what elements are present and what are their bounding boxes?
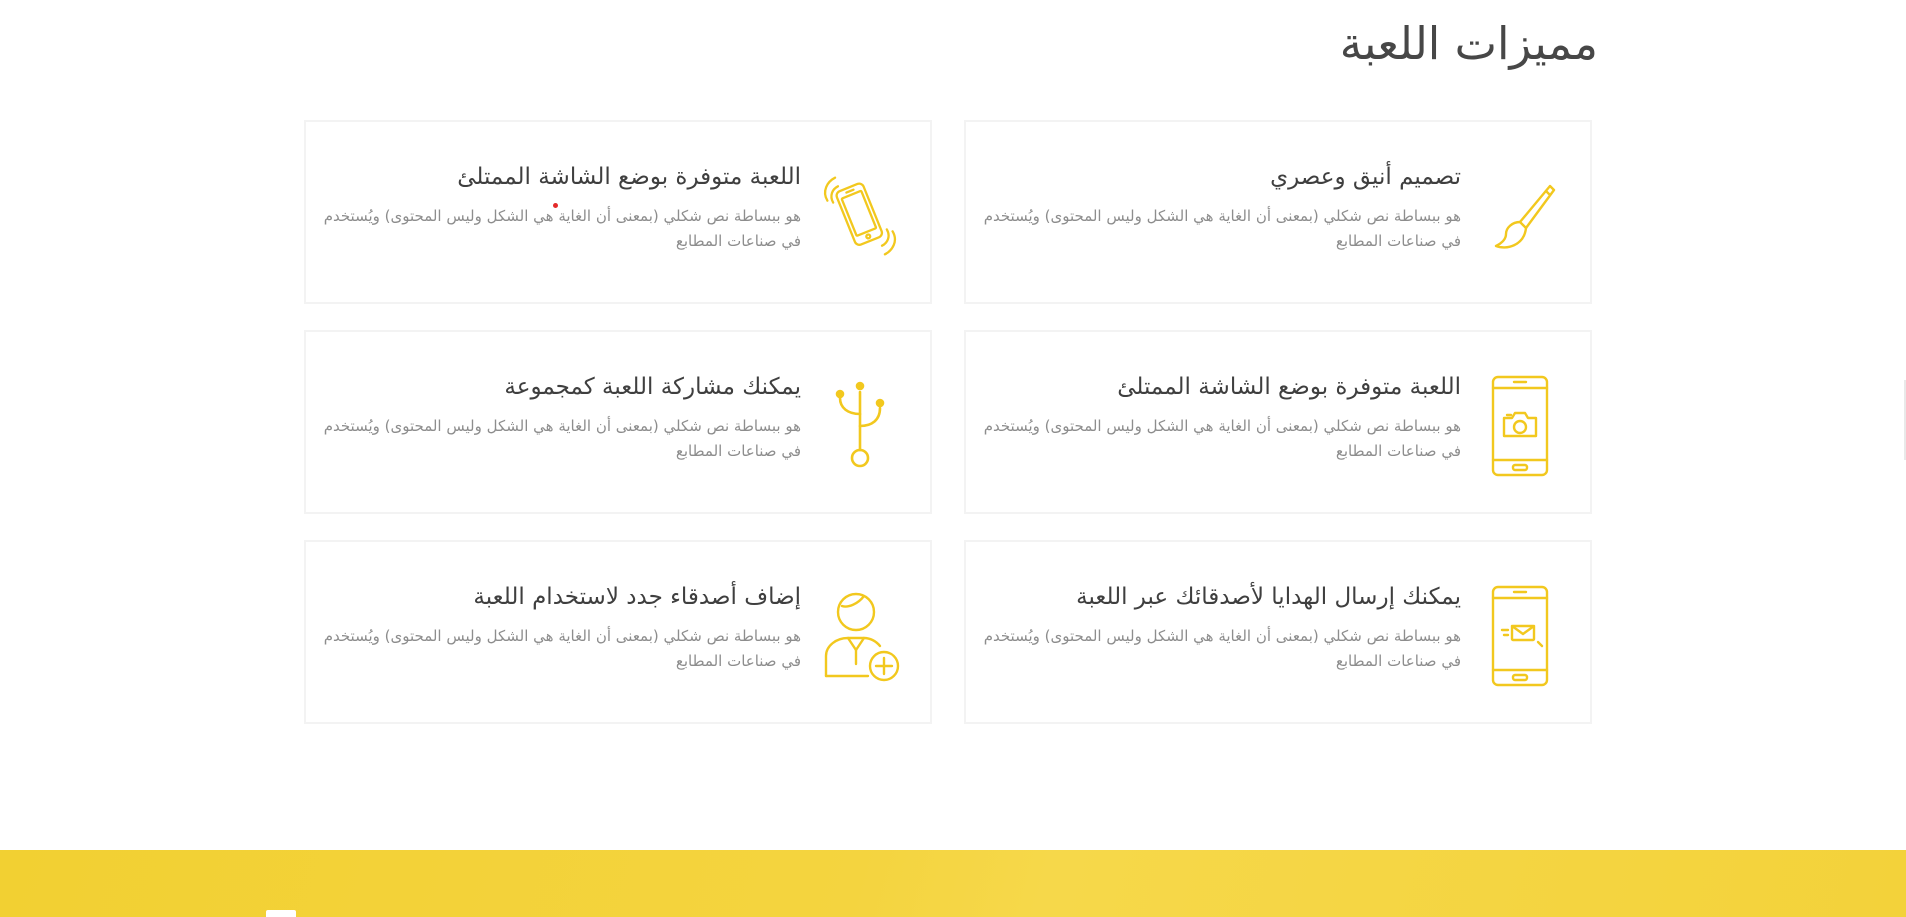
feature-card-add-friends: إضاف أصدقاء جدد لاستخدام اللعبة هو ببساط…	[304, 540, 932, 724]
feature-title: اللعبة متوفرة بوضع الشاشة الممتلئ	[1117, 374, 1461, 400]
feature-title: يمكنك مشاركة اللعبة كمجموعة	[504, 374, 801, 400]
phone-message-icon	[1474, 584, 1566, 688]
feature-description: هو ببساطة نص شكلي (بمعنى أن الغاية هي ال…	[323, 207, 801, 250]
footer-section	[0, 850, 1906, 917]
feature-text: إضاف أصدقاء جدد لاستخدام اللعبة هو ببساط…	[316, 582, 801, 674]
feature-card-group-share: يمكنك مشاركة اللعبة كمجموعة هو ببساطة نص…	[304, 330, 932, 514]
feature-description: هو ببساطة نص شكلي (بمعنى أن الغاية هي ال…	[323, 417, 801, 460]
feature-title: يمكنك إرسال الهدايا لأصدقائك عبر اللعبة	[1076, 584, 1461, 610]
paintbrush-icon	[1474, 164, 1566, 268]
add-user-icon	[814, 584, 906, 688]
vibrating-phone-icon	[814, 164, 906, 268]
feature-description: هو ببساطة نص شكلي (بمعنى أن الغاية هي ال…	[983, 417, 1461, 460]
section-title: مميزات اللعبة	[1339, 17, 1598, 70]
page: مميزات اللعبة تصميم أنيق وعصري هو ببساطة…	[0, 0, 1906, 917]
red-dot-marker	[553, 203, 558, 208]
feature-text: تصميم أنيق وعصري هو ببساطة نص شكلي (بمعن…	[976, 162, 1461, 254]
feature-card-send-gifts: يمكنك إرسال الهدايا لأصدقائك عبر اللعبة …	[964, 540, 1592, 724]
feature-title: تصميم أنيق وعصري	[1270, 164, 1461, 190]
feature-card-fullscreen: اللعبة متوفرة بوضع الشاشة الممتلئ هو ببس…	[304, 120, 932, 304]
feature-description: هو ببساطة نص شكلي (بمعنى أن الغاية هي ال…	[983, 627, 1461, 670]
feature-description: هو ببساطة نص شكلي (بمعنى أن الغاية هي ال…	[323, 627, 801, 670]
footer-badge	[266, 910, 296, 917]
phone-camera-icon	[1474, 374, 1566, 478]
feature-card-fullscreen-camera: اللعبة متوفرة بوضع الشاشة الممتلئ هو ببس…	[964, 330, 1592, 514]
feature-text: اللعبة متوفرة بوضع الشاشة الممتلئ هو ببس…	[316, 162, 801, 254]
usb-icon	[814, 374, 906, 478]
feature-title: إضاف أصدقاء جدد لاستخدام اللعبة	[473, 584, 801, 610]
feature-card-modern-design: تصميم أنيق وعصري هو ببساطة نص شكلي (بمعن…	[964, 120, 1592, 304]
feature-title: اللعبة متوفرة بوضع الشاشة الممتلئ	[457, 164, 801, 190]
feature-description: هو ببساطة نص شكلي (بمعنى أن الغاية هي ال…	[983, 207, 1461, 250]
feature-text: يمكنك إرسال الهدايا لأصدقائك عبر اللعبة …	[976, 582, 1461, 674]
feature-text: اللعبة متوفرة بوضع الشاشة الممتلئ هو ببس…	[976, 372, 1461, 464]
feature-text: يمكنك مشاركة اللعبة كمجموعة هو ببساطة نص…	[316, 372, 801, 464]
